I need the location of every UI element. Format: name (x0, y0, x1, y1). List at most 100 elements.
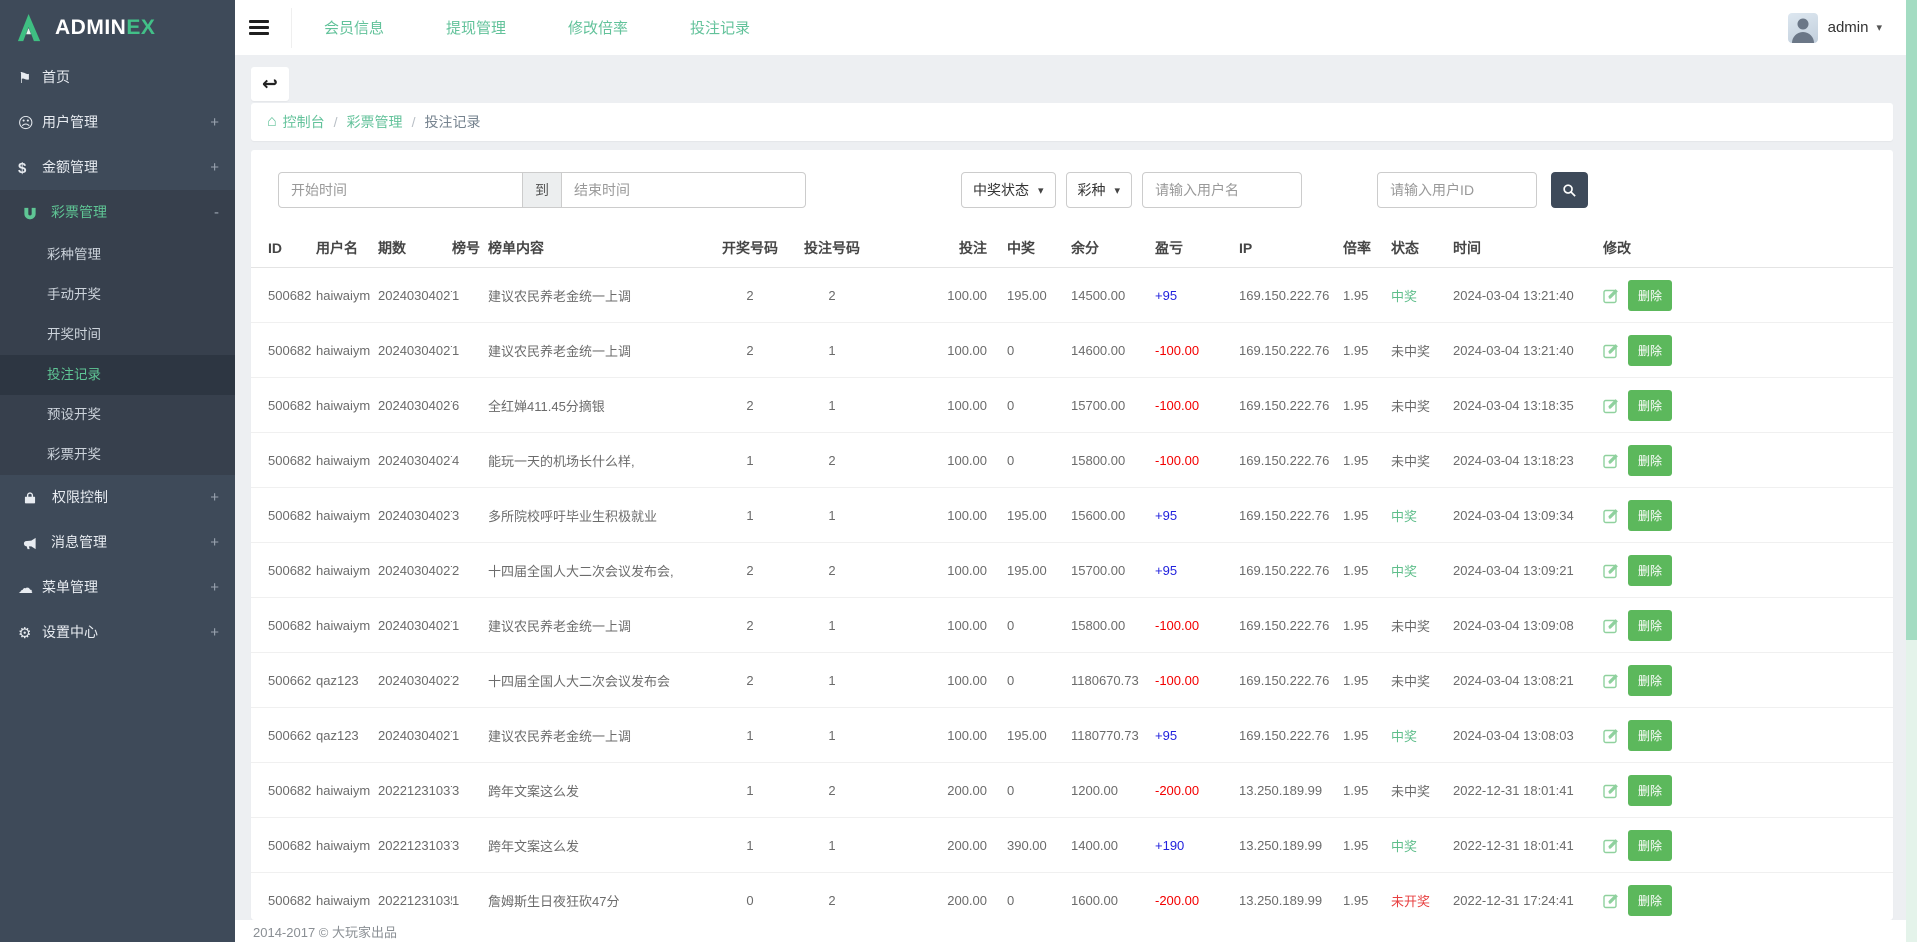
delete-button[interactable]: 删除 (1628, 555, 1672, 586)
cell: 未开奖 (1391, 891, 1453, 910)
edit-icon[interactable] (1603, 727, 1620, 744)
cell: 200.00 (877, 783, 1007, 798)
cell: 100.00 (877, 673, 1007, 688)
nav-link-withdraw-manage[interactable]: 提现管理 (446, 17, 506, 38)
edit-icon[interactable] (1603, 892, 1620, 909)
cell: 500682 (268, 783, 316, 798)
delete-button[interactable]: 删除 (1628, 830, 1672, 861)
magnet-icon (18, 206, 42, 221)
sidebar-item-menu-manage[interactable]: ☁菜单管理+ (0, 565, 235, 610)
delete-button[interactable]: 删除 (1628, 720, 1672, 751)
cell: 100.00 (877, 453, 1007, 468)
delete-button[interactable]: 删除 (1628, 885, 1672, 916)
sidebar-subitem-bet-records[interactable]: 投注记录 (0, 355, 235, 395)
end-time-input[interactable] (561, 172, 806, 208)
cell: haiwaiym (316, 893, 378, 908)
start-time-input[interactable] (278, 172, 523, 208)
nav-link-bet-records[interactable]: 投注记录 (690, 17, 750, 38)
edit-icon[interactable] (1603, 562, 1620, 579)
win-status-select[interactable]: 中奖状态▾ (961, 172, 1056, 208)
sidebar-subitem-draw-time[interactable]: 开奖时间 (0, 315, 235, 355)
edit-icon[interactable] (1603, 507, 1620, 524)
row-actions: 删除 (1603, 500, 1893, 531)
breadcrumb-console[interactable]: 控制台 (283, 112, 325, 132)
cell: 1 (452, 728, 488, 743)
row-actions: 删除 (1603, 610, 1893, 641)
sidebar-item-money-manage[interactable]: $金额管理+ (0, 145, 235, 190)
edit-icon[interactable] (1603, 287, 1620, 304)
cell: 建议农民养老金统一上调 (488, 286, 713, 305)
delete-button[interactable]: 删除 (1628, 445, 1672, 476)
sidebar-item-permission[interactable]: 权限控制+ (0, 475, 235, 520)
nav-link-member-info[interactable]: 会员信息 (324, 17, 384, 38)
chevron-down-icon: ▾ (1876, 21, 1882, 34)
cell: 20240304027 (378, 618, 452, 633)
sidebar-item-lottery-manage[interactable]: 彩票管理- (0, 190, 235, 235)
row-actions: 删除 (1603, 830, 1893, 861)
back-button[interactable]: ↩ (251, 67, 289, 101)
cell: -100.00 (1155, 398, 1239, 413)
delete-button[interactable]: 删除 (1628, 500, 1672, 531)
sidebar-item-settings[interactable]: ⚙设置中心+ (0, 610, 235, 655)
user-menu[interactable]: admin ▾ (1788, 0, 1882, 55)
dollar-icon: $ (18, 146, 42, 191)
sidebar-subitem-manual-draw[interactable]: 手动开奖 (0, 275, 235, 315)
breadcrumb-lottery[interactable]: 彩票管理 (347, 112, 403, 132)
sidebar-item-user-manage[interactable]: ☹用户管理+ (0, 100, 235, 145)
cell: 169.150.222.76 (1239, 673, 1343, 688)
sidebar-item-home[interactable]: ⚑首页 (0, 55, 235, 100)
userid-input[interactable] (1377, 172, 1537, 208)
delete-button[interactable]: 删除 (1628, 610, 1672, 641)
page-scrollbar[interactable] (1906, 0, 1917, 942)
cell: 1 (452, 343, 488, 358)
edit-icon[interactable] (1603, 397, 1620, 414)
lottery-type-select[interactable]: 彩种▾ (1066, 172, 1133, 208)
cell: 中奖 (1391, 836, 1453, 855)
edit-icon[interactable] (1603, 782, 1620, 799)
edit-icon[interactable] (1603, 452, 1620, 469)
nav-link-modify-rate[interactable]: 修改倍率 (568, 17, 628, 38)
cell: 未中奖 (1391, 341, 1453, 360)
column-header: 倍率 (1343, 238, 1391, 258)
cell: 20240304027 (378, 398, 452, 413)
username-input[interactable] (1142, 172, 1302, 208)
flag-icon: ⚑ (18, 56, 42, 101)
cell: haiwaiym (316, 453, 378, 468)
sidebar: ADMINEX ⚑首页☹用户管理+$金额管理+彩票管理-彩种管理手动开奖开奖时间… (0, 0, 235, 942)
delete-button[interactable]: 删除 (1628, 665, 1672, 696)
sidebar-item-message-manage[interactable]: 消息管理+ (0, 520, 235, 565)
edit-icon[interactable] (1603, 342, 1620, 359)
avatar (1788, 13, 1818, 43)
edit-icon[interactable] (1603, 617, 1620, 634)
cell: +190 (1155, 838, 1239, 853)
delete-button[interactable]: 删除 (1628, 775, 1672, 806)
cell: 十四届全国人大二次会议发布会 (488, 671, 713, 690)
cell: 195.00 (1007, 508, 1071, 523)
column-header: 榜号 (452, 238, 488, 258)
delete-button[interactable]: 删除 (1628, 335, 1672, 366)
delete-button[interactable]: 删除 (1628, 280, 1672, 311)
top-navbar: 会员信息 提现管理 修改倍率 投注记录 admin ▾ (235, 0, 1906, 55)
cell: 詹姆斯生日夜狂砍47分 (488, 891, 713, 910)
cell: 跨年文案这么发 (488, 836, 713, 855)
sidebar-subitem-lottery-draw[interactable]: 彩票开奖 (0, 435, 235, 475)
sidebar-subitem-preset-draw[interactable]: 预设开奖 (0, 395, 235, 435)
cell: -200.00 (1155, 783, 1239, 798)
cell: 2022-12-31 17:24:41 (1453, 893, 1603, 908)
cell: 多所院校呼吁毕业生积极就业 (488, 506, 713, 525)
cell: 1 (793, 398, 877, 413)
cell: 1.95 (1343, 673, 1391, 688)
cell: 13.250.189.99 (1239, 893, 1343, 908)
edit-icon[interactable] (1603, 672, 1620, 689)
menu-toggle-icon[interactable] (249, 20, 269, 35)
column-header: 开奖号码 (713, 238, 793, 258)
edit-icon[interactable] (1603, 837, 1620, 854)
sidebar-subitem-lottery-type[interactable]: 彩种管理 (0, 235, 235, 275)
cell: 3 (452, 838, 488, 853)
scrollbar-thumb[interactable] (1906, 0, 1917, 640)
table-row: 500662qaz123202403040271建议农民养老金统一上调11100… (251, 708, 1893, 763)
cell: 500662 (268, 673, 316, 688)
delete-button[interactable]: 删除 (1628, 390, 1672, 421)
cell: 2 (793, 453, 877, 468)
search-button[interactable] (1551, 172, 1588, 208)
